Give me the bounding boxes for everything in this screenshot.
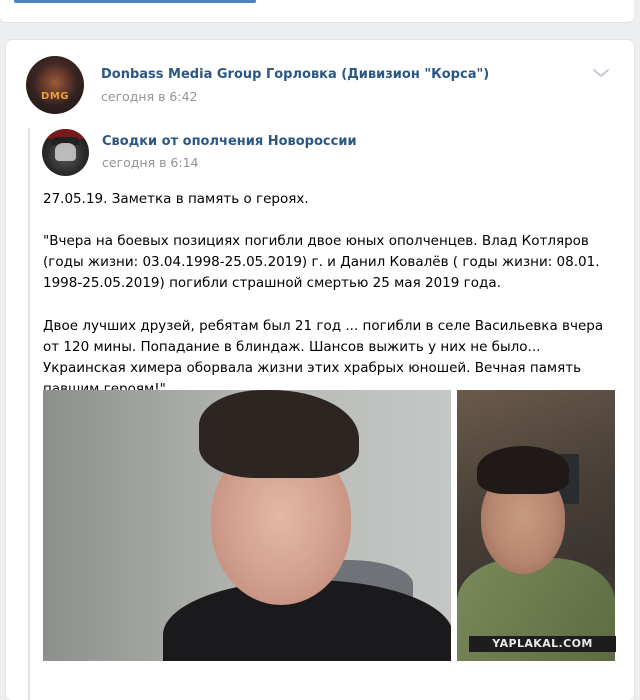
post-author-link[interactable]: Donbass Media Group Горловка (Дивизион "… [101, 67, 489, 82]
chevron-down-icon[interactable] [591, 66, 611, 80]
previous-post-card [0, 0, 634, 22]
repost-date-link[interactable]: сегодня в 6:14 [102, 155, 199, 170]
avatar-figure [55, 143, 76, 161]
post-text-paragraph-2: Двое лучших друзей, ребятам был 21 год .… [43, 318, 604, 397]
post-photo-1[interactable] [43, 390, 451, 661]
post-text-heading: 27.05.19. Заметка в память о героях. [43, 191, 309, 207]
repost-author-link[interactable]: Сводки от ополчения Новороссии [102, 134, 357, 149]
repost-source-avatar[interactable] [42, 129, 89, 176]
photo-hair [477, 446, 569, 494]
avatar-logo-text: DMG [41, 91, 69, 102]
post-date-link[interactable]: сегодня в 6:42 [101, 89, 198, 104]
community-avatar[interactable]: DMG [26, 56, 84, 114]
previous-post-accent-bar [14, 0, 256, 3]
photo-hair [199, 390, 359, 478]
post-photo-2[interactable] [457, 390, 615, 661]
repost-indicator-line [28, 128, 30, 700]
wall-post: DMG Donbass Media Group Горловка (Дивизи… [6, 40, 634, 700]
post-text-paragraph-1: "Вчера на боевых позициях погибли двое ю… [43, 233, 600, 291]
watermark: YAPLAKAL.COM [469, 636, 616, 652]
